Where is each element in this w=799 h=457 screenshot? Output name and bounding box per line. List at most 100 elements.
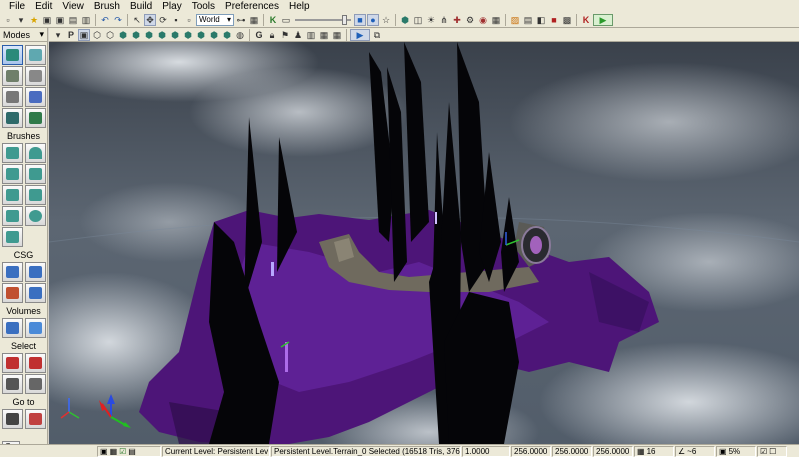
drag-grid-icon[interactable]: ▦ xyxy=(110,447,118,456)
open-file-icon[interactable]: ▾ xyxy=(15,14,27,26)
rotation-snap-cell[interactable]: ∠ ~6 xyxy=(675,445,715,457)
sphere-brush-button[interactable] xyxy=(25,206,46,226)
binoculars-search-icon[interactable]: ⊶ xyxy=(235,14,247,26)
csg-deintersect-button[interactable] xyxy=(25,283,46,303)
menu-tools[interactable]: Tools xyxy=(187,0,220,13)
generic-browser-icon[interactable]: ▤ xyxy=(522,14,534,26)
csg-intersect-button[interactable] xyxy=(2,283,23,303)
static-mesh-mode-button[interactable] xyxy=(25,108,46,128)
menu-view[interactable]: View xyxy=(57,0,89,13)
portal-object[interactable] xyxy=(521,226,551,264)
post-process-icon[interactable]: ▦ xyxy=(331,29,343,41)
lighting-only-icon[interactable]: ⬢ xyxy=(143,29,155,41)
cylinder-brush-button[interactable] xyxy=(2,164,23,184)
menu-build[interactable]: Build xyxy=(125,0,157,13)
build-lighting-icon[interactable]: ☀ xyxy=(425,14,437,26)
viewport-options-icon[interactable]: ▾ xyxy=(52,29,64,41)
curved-stair-button[interactable] xyxy=(25,164,46,184)
reflections-icon[interactable]: ⬢ xyxy=(221,29,233,41)
snap-icon[interactable]: ☑ xyxy=(119,447,126,456)
show-all-button[interactable] xyxy=(25,374,46,394)
save-all-icon[interactable]: ▣ xyxy=(54,14,66,26)
shader-complexity-icon[interactable]: ⬢ xyxy=(182,29,194,41)
detail-lighting-icon[interactable]: ⬢ xyxy=(130,29,142,41)
new-file-icon[interactable]: ▫ xyxy=(2,14,14,26)
current-level-cell[interactable]: Current Level: Persistent Lev xyxy=(162,445,270,457)
menu-file[interactable]: File xyxy=(4,0,30,13)
save-package-icon[interactable]: ▥ xyxy=(80,14,92,26)
coord-system-select[interactable]: World ▾ xyxy=(196,14,234,26)
grid-size-cell[interactable]: ▦ 16 xyxy=(634,445,674,457)
mesh-paint-button[interactable] xyxy=(2,87,23,107)
find-actor-icon[interactable]: ▦ xyxy=(248,14,260,26)
redo-icon[interactable]: ↷ xyxy=(112,14,124,26)
scale-snap-cell[interactable]: ▣ 5% xyxy=(716,445,756,457)
brush-wireframe-icon[interactable]: ▣ xyxy=(78,28,90,41)
actor-classes-icon[interactable]: ▩ xyxy=(561,14,573,26)
special-volume-button[interactable] xyxy=(25,318,46,338)
build-geometry-icon[interactable]: ⬢ xyxy=(399,14,411,26)
layer-browser-icon[interactable]: ■ xyxy=(548,14,560,26)
texture-density-icon[interactable]: ⬢ xyxy=(169,29,181,41)
coverage-mode-button[interactable] xyxy=(2,108,23,128)
menu-play[interactable]: Play xyxy=(157,0,186,13)
cube-brush-button[interactable] xyxy=(2,143,23,163)
geometry-mode-button[interactable] xyxy=(25,45,46,65)
scene-manager-icon[interactable]: ◧ xyxy=(535,14,547,26)
menu-brush[interactable]: Brush xyxy=(89,0,125,13)
lighting-icon[interactable]: ☆ xyxy=(380,14,392,26)
kismet-icon[interactable]: K xyxy=(267,14,279,26)
play-in-editor-icon[interactable]: ▶ xyxy=(593,14,613,26)
favorites-icon[interactable]: ★ xyxy=(28,14,40,26)
streaming-volume-icon[interactable]: ▦ xyxy=(318,29,330,41)
camera-speed-slider[interactable] xyxy=(293,14,353,26)
save-icon[interactable]: ▣ xyxy=(41,14,53,26)
build-all-icon[interactable]: ⚙ xyxy=(464,14,476,26)
matinee-icon[interactable]: ▭ xyxy=(280,14,292,26)
goto-builder-brush-button[interactable] xyxy=(25,409,46,429)
checkbox-icon[interactable]: ☐ xyxy=(769,447,776,456)
csg-add-button[interactable] xyxy=(2,262,23,282)
lock-viewport-icon[interactable]: 🔒︎ xyxy=(266,29,278,41)
realtime-preview-icon[interactable]: ♟ xyxy=(292,29,304,41)
add-volume-button[interactable] xyxy=(2,318,23,338)
maximize-viewport-icon[interactable]: ⧉ xyxy=(371,29,383,41)
nonuniform-scale-icon[interactable]: ▫ xyxy=(183,14,195,26)
lock-icon[interactable]: ▣ xyxy=(100,447,108,456)
build-options-icon[interactable]: ▦ xyxy=(490,14,502,26)
menu-help[interactable]: Help xyxy=(284,0,315,13)
lit-icon[interactable]: ⬢ xyxy=(117,29,129,41)
rotate-widget-icon[interactable]: ⟳ xyxy=(157,14,169,26)
perspective-viewport[interactable] xyxy=(49,42,799,444)
texture-align-button[interactable] xyxy=(25,66,46,86)
linear-stair-button[interactable] xyxy=(2,185,23,205)
goto-actor-button[interactable] xyxy=(2,409,23,429)
volumetric-brush-button[interactable] xyxy=(2,227,23,247)
build-cover-icon[interactable]: ✚ xyxy=(451,14,463,26)
build-visible-icon[interactable]: ◫ xyxy=(412,14,424,26)
foliage-mode-button[interactable] xyxy=(25,87,46,107)
csg-subtract-button[interactable] xyxy=(25,262,46,282)
unlit-icon[interactable]: ⬡ xyxy=(104,29,116,41)
wireframe-icon[interactable]: ⬡ xyxy=(91,29,103,41)
lit-lightmap-icon[interactable]: ⬢ xyxy=(208,29,220,41)
terrain-mode-button[interactable] xyxy=(2,66,23,86)
lighting-quality-icon[interactable]: ◉ xyxy=(477,14,489,26)
chevron-down-icon[interactable]: ▾ xyxy=(39,29,44,40)
light-complexity-icon[interactable]: ⬢ xyxy=(156,29,168,41)
grid-toggle-icon[interactable]: ▤ xyxy=(128,447,136,456)
hide-selected-button[interactable] xyxy=(25,353,46,373)
lightmap-density-icon[interactable]: ⬢ xyxy=(195,29,207,41)
realtime-play-icon[interactable]: ▶ xyxy=(350,28,370,41)
invert-selection-button[interactable] xyxy=(2,374,23,394)
content-browser-icon[interactable]: ▨ xyxy=(509,14,521,26)
perspective-button[interactable]: P xyxy=(65,29,77,41)
cone-brush-button[interactable] xyxy=(25,143,46,163)
menu-preferences[interactable]: Preferences xyxy=(220,0,284,13)
show-selected-button[interactable] xyxy=(2,353,23,373)
kismet-k-icon[interactable]: K xyxy=(580,14,592,26)
select-arrow-icon[interactable]: ↖ xyxy=(131,14,143,26)
show-flags-icon[interactable]: ● xyxy=(367,14,379,26)
slider-thumb[interactable] xyxy=(342,15,347,25)
camera-mode-button[interactable] xyxy=(2,45,23,65)
